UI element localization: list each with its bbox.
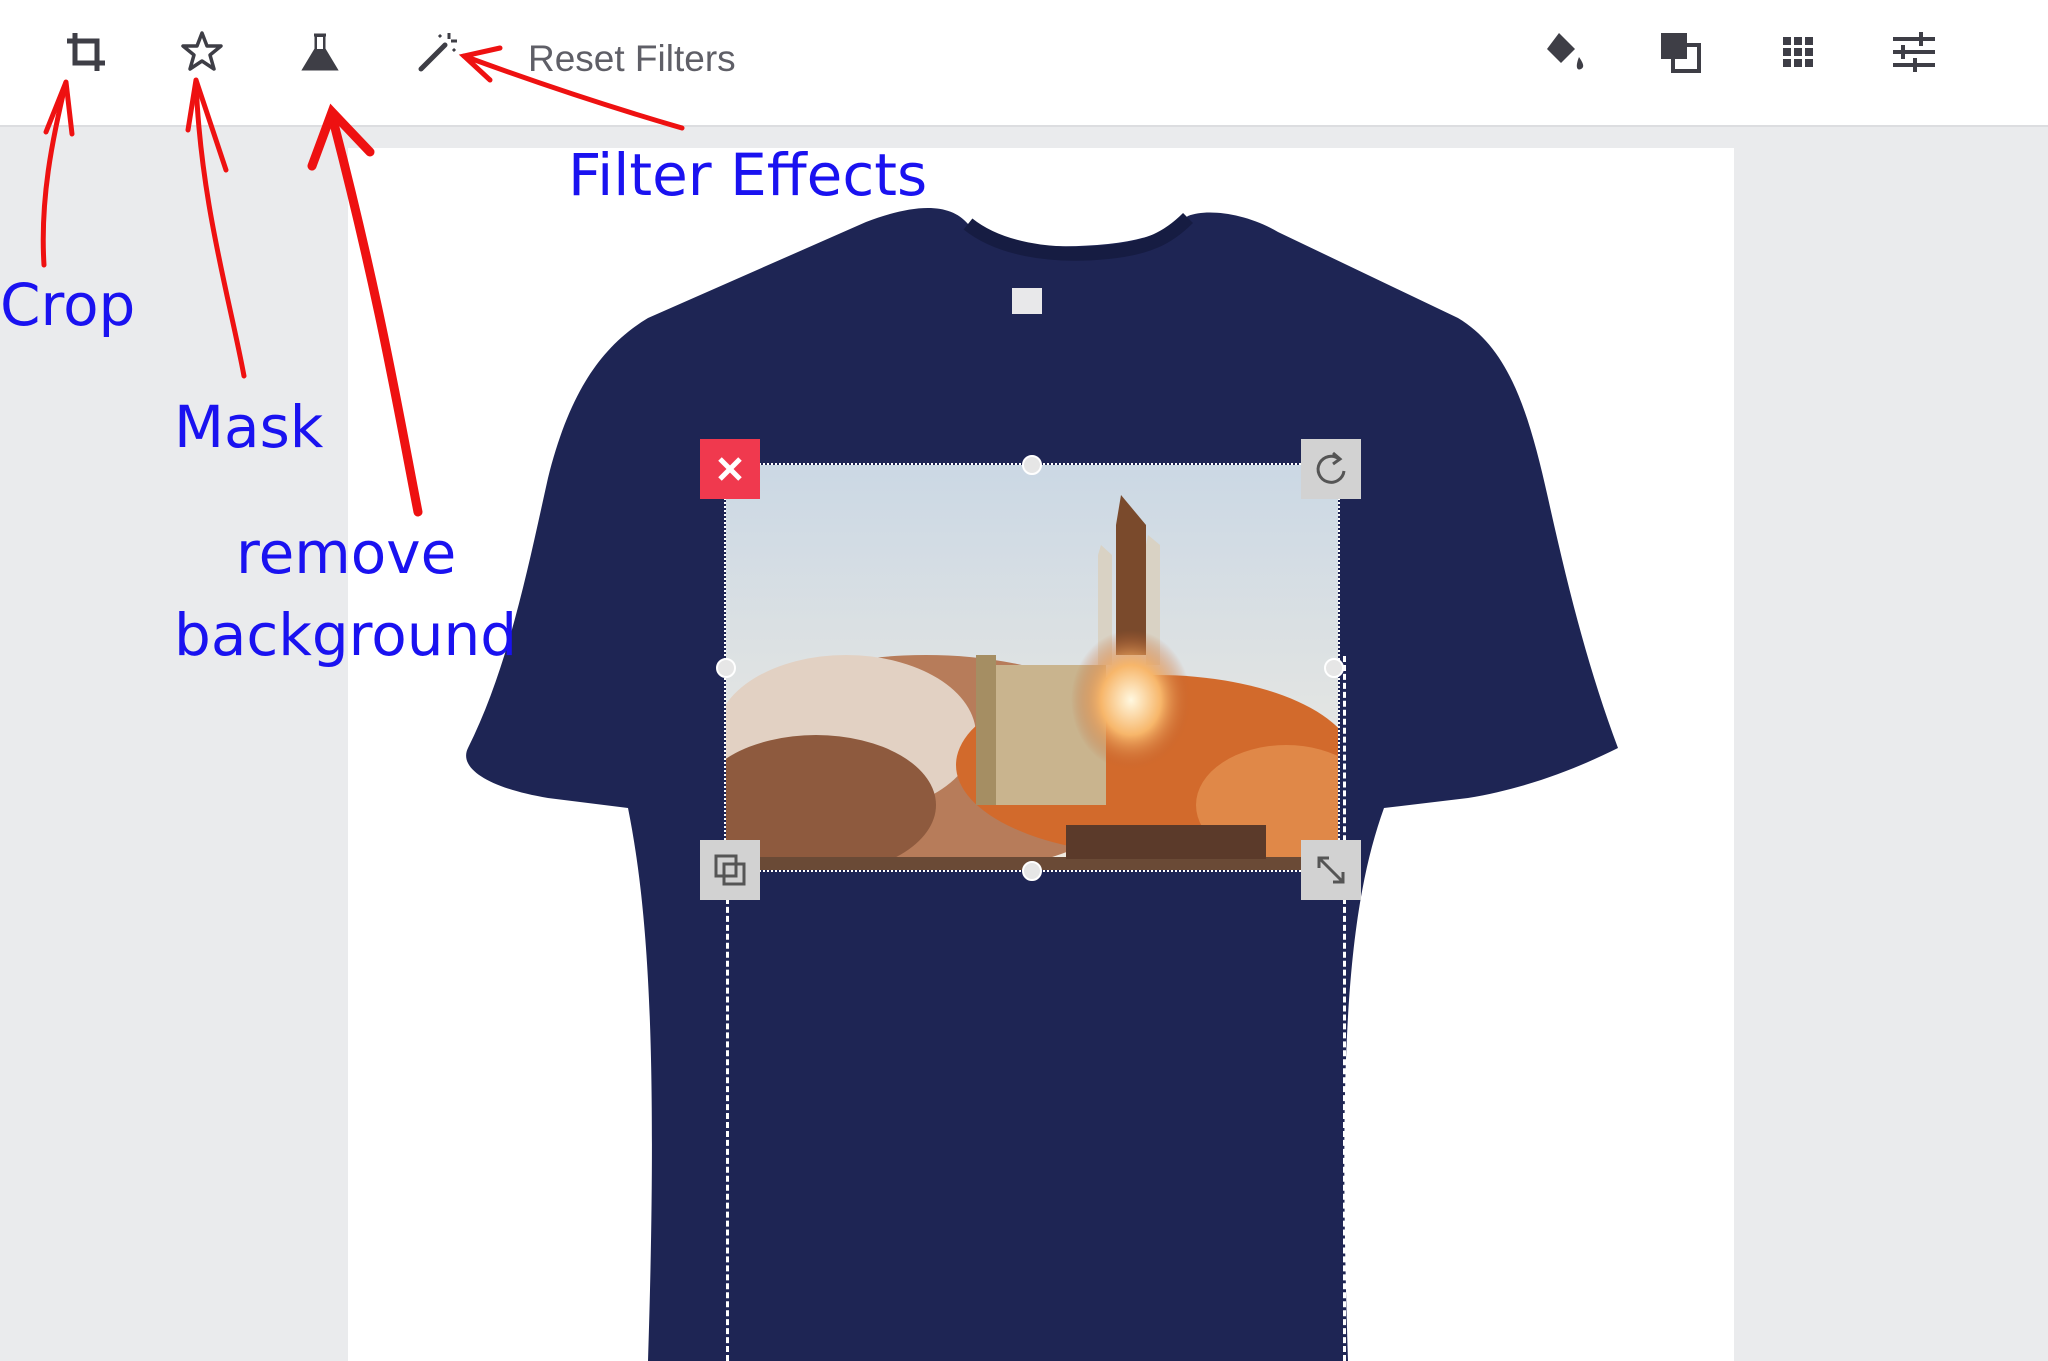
- toolbar: Reset Filters: [0, 0, 2048, 127]
- resize-image-button[interactable]: [1301, 840, 1361, 900]
- mask-annotation: Mask: [174, 393, 324, 461]
- rotate-image-button[interactable]: [1301, 439, 1361, 499]
- sliders-icon: [1893, 32, 1935, 72]
- handle-bottom[interactable]: [1022, 861, 1042, 881]
- background-annotation: background: [174, 601, 518, 669]
- duplicate-image-button[interactable]: [700, 840, 760, 900]
- filter-effects-button[interactable]: [410, 24, 466, 80]
- design-canvas: [348, 148, 1734, 1361]
- flask-icon: [301, 33, 339, 71]
- duplicate-icon: [714, 854, 746, 886]
- layers-icon: [1661, 33, 1701, 73]
- grid-button[interactable]: [1770, 24, 1826, 80]
- crop-icon: [67, 33, 105, 71]
- handle-left[interactable]: [716, 658, 736, 678]
- rotate-icon: [1316, 451, 1346, 484]
- delete-image-button[interactable]: [700, 439, 760, 499]
- delete-icon: [718, 457, 742, 481]
- crop-annotation: Crop: [0, 271, 136, 339]
- selected-image[interactable]: [716, 455, 1344, 881]
- mask-button[interactable]: [174, 24, 230, 80]
- remove-annotation: remove: [236, 519, 457, 587]
- handle-right[interactable]: [1324, 658, 1344, 678]
- shuttle-launch-photo: [726, 465, 1338, 870]
- grid-icon: [1783, 37, 1813, 67]
- star-icon: [181, 31, 223, 71]
- crop-button[interactable]: [58, 24, 114, 80]
- magic-wand-icon: [418, 33, 457, 72]
- remove-background-button[interactable]: [292, 24, 348, 80]
- paint-bucket-icon: [1547, 33, 1584, 70]
- handle-top[interactable]: [1022, 455, 1042, 475]
- reset-filters-button[interactable]: Reset Filters: [528, 38, 736, 80]
- adjustments-button[interactable]: [1886, 24, 1942, 80]
- fill-color-button[interactable]: [1536, 24, 1592, 80]
- resize-icon: [1317, 856, 1345, 884]
- arrange-button[interactable]: [1652, 24, 1708, 80]
- filter-effects-annotation: Filter Effects: [568, 141, 928, 209]
